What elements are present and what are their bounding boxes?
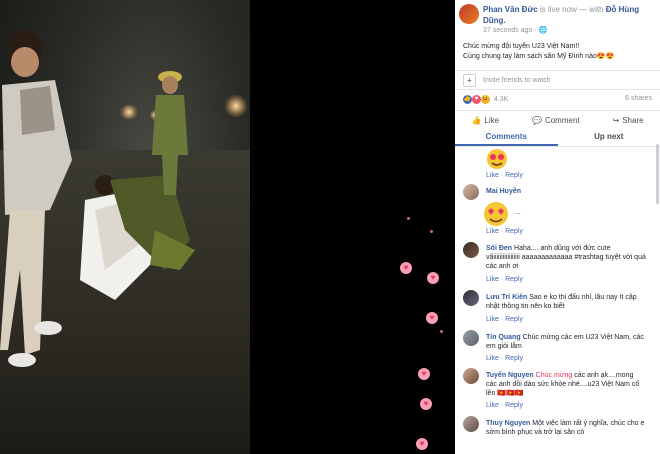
comment-reply-link[interactable]: Reply [505,402,523,409]
comment-meta: Like · Reply [486,316,523,323]
author-name[interactable]: Phan Văn Đức [483,5,538,14]
meta-dot: · [500,276,504,283]
comment-like-link[interactable]: Like [486,355,499,362]
meta-dot: · [500,316,504,323]
like-label: Like [484,115,500,125]
comment-reply-link[interactable]: Reply [505,172,523,179]
share-count[interactable]: 6 shares [625,95,652,102]
officer-figure [152,71,188,195]
reaction-particle [440,330,443,333]
floating-heart-icon: ♥ [418,368,430,380]
action-bar: 👍 Like 💬 Comment ↪ Share [455,110,660,130]
sticker-icon [484,202,508,226]
comment-meta: Like · Reply [486,276,523,283]
comment-like-link[interactable]: Like [486,316,499,323]
tab-comments[interactable]: Comments [455,130,558,146]
share-button[interactable]: ↪ Share [613,111,644,130]
comment-meta: Like · Reply [486,228,523,235]
comment-author[interactable]: Thuy Nguyen [486,420,530,427]
avatar[interactable] [459,4,479,24]
post-header: Phan Văn Đức is live now — with Đỗ Hùng … [455,0,660,40]
comment-author[interactable]: Tín Quang [486,334,521,341]
tab-up-next[interactable]: Up next [558,130,660,146]
with-label: — with [579,5,604,14]
like-reaction-icon: 👍 [463,95,472,104]
avatar[interactable] [463,330,479,346]
meta-dot: · [500,172,504,179]
meta-dot: · [500,228,504,235]
avatar[interactable] [463,242,479,258]
meta-dot: · [500,402,504,409]
time-separator: · [534,27,537,34]
avatar[interactable] [463,290,479,306]
comment-body: Mai Huyền [486,187,646,196]
comment-like-link[interactable]: Like [486,276,499,283]
thumbs-up-icon: 👍 [471,115,482,125]
comment-author[interactable]: Tuyển Nguyen [486,372,534,379]
comment-like-link[interactable]: Like [486,228,499,235]
panel-tabs: Comments Up next [455,130,660,147]
comment-body: Sói Đen Haha.... anh dũng với đức cute v… [486,244,646,271]
post-time-line: 37 seconds ago · 🌐 [483,26,654,36]
comment-body: Lưu Trí Kiên Sao e ko thi đấu nhỉ, lâu n… [486,293,646,311]
comment-meta: Like · Reply [486,355,523,362]
invite-friends-button[interactable]: + Invite friends to watch [455,70,660,90]
comment-body: Thuy Nguyen Một việc làm rất ý nghĩa, ch… [486,419,646,437]
post-time[interactable]: 37 seconds ago [483,27,532,34]
share-label: Share [622,115,644,125]
floating-heart-icon: ♥ [420,398,432,410]
comment-body: Tuyển Nguyen Chúc mừng các anh ạk....mon… [486,371,646,398]
post-line-2: Cùng chung tay làm sạch sân Mỹ Đình nào😍… [463,53,615,60]
comment-like-link[interactable]: Like [486,172,499,179]
love-reaction-icon: ♥ [471,95,481,104]
live-status: is live now [539,5,577,14]
meta-dot: · [500,355,504,362]
comment-author[interactable]: Mai Huyền [486,188,521,195]
floating-heart-icon: ♥ [400,262,412,274]
reaction-particle [407,217,410,220]
comment-author[interactable]: Sói Đen [486,245,512,252]
scrollbar[interactable] [656,144,659,204]
avatar[interactable] [463,416,479,432]
avatar[interactable] [463,184,479,200]
comment-body: Tín Quang Chúc mừng các em U23 Việt Nam,… [486,333,646,351]
comment-icon: 💬 [531,115,542,125]
share-icon: ↪ [612,115,620,125]
comment-like-link[interactable]: Like [486,402,499,409]
haha-reaction-icon: 😆 [480,95,490,104]
street-light [120,105,138,119]
reaction-summary[interactable]: 👍 ♥ 😆 4.3K 6 shares [455,90,660,110]
comment-button[interactable]: 💬 Comment [532,111,580,130]
comment-reply-link[interactable]: Reply [505,316,523,323]
avatar[interactable] [463,368,479,384]
post-text: Chúc mừng đội tuyển U23 Việt Nam!! Cùng … [455,40,660,70]
floating-heart-icon: ♥ [426,312,438,324]
post-header-line: Phan Văn Đức is live now — with Đỗ Hùng … [483,4,654,26]
live-video[interactable] [0,0,250,454]
comment-label: Comment [544,115,580,125]
floating-heart-icon: ♥ [427,272,439,284]
reaction-stream: ♥ ♥ ♥ ♥ ♥ ♥ [250,0,455,454]
live-side-panel: Phan Văn Đức is live now — with Đỗ Hùng … [455,0,660,454]
reaction-particle [430,230,433,233]
sticker-icon [487,149,507,169]
comment-reply-link[interactable]: Reply [505,276,523,283]
sticker-ellipsis: ... [515,209,521,216]
comment-meta: Like · Reply [486,402,523,409]
globe-icon: 🌐 [538,27,548,34]
live-video-viewer: ♥ ♥ ♥ ♥ ♥ ♥ Phan Văn Đức is live now — w… [0,0,660,454]
post-line-1: Chúc mừng đội tuyển U23 Việt Nam!! [463,43,580,50]
comment-reply-link[interactable]: Reply [505,228,523,235]
person-plus-icon: + [463,74,476,87]
reaction-count: 4.3K [493,96,509,103]
comment-tag[interactable]: Chúc mừng [536,372,573,379]
comment-meta: Like · Reply [486,172,523,179]
invite-label: Invite friends to watch [483,77,551,84]
floating-heart-icon: ♥ [416,438,428,450]
street-light [225,95,247,117]
comment-reply-link[interactable]: Reply [505,355,523,362]
like-button[interactable]: 👍 Like [471,111,499,130]
comment-author[interactable]: Lưu Trí Kiên [486,294,527,301]
